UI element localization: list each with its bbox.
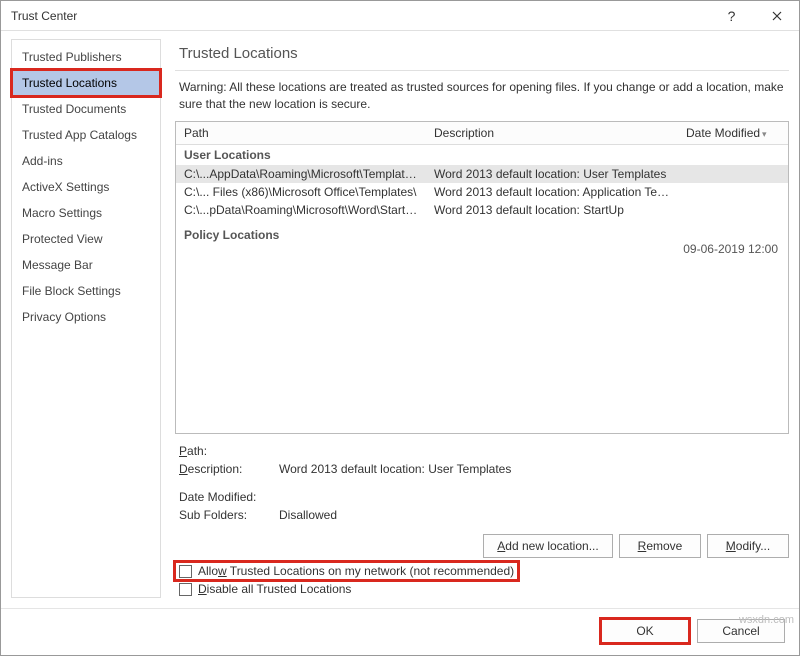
disable-all-checkbox[interactable] bbox=[179, 583, 192, 596]
allow-network-checkbox-row[interactable]: Allow Trusted Locations on my network (n… bbox=[175, 562, 518, 580]
nav-activex-settings[interactable]: ActiveX Settings bbox=[12, 174, 160, 200]
allow-network-checkbox[interactable] bbox=[179, 565, 192, 578]
nav-file-block-settings[interactable]: File Block Settings bbox=[12, 278, 160, 304]
table-row[interactable]: C:\...AppData\Roaming\Microsoft\Template… bbox=[176, 165, 788, 183]
group-user-locations: User Locations bbox=[176, 145, 788, 165]
nav-protected-view[interactable]: Protected View bbox=[12, 226, 160, 252]
allow-network-label: Allow Trusted Locations on my network (n… bbox=[198, 564, 514, 578]
sort-caret-icon: ▾ bbox=[762, 129, 767, 139]
section-heading: Trusted Locations bbox=[175, 39, 789, 71]
detail-subfolders-label: Sub Folders: bbox=[179, 506, 279, 524]
col-header-path[interactable]: Path bbox=[176, 122, 426, 144]
nav-trusted-app-catalogs[interactable]: Trusted App Catalogs bbox=[12, 122, 160, 148]
remove-button[interactable]: Remove bbox=[619, 534, 701, 558]
dialog-body: Trusted Publishers Trusted Locations Tru… bbox=[1, 31, 799, 608]
nav-add-ins[interactable]: Add-ins bbox=[12, 148, 160, 174]
detail-subfolders-value: Disallowed bbox=[279, 506, 337, 524]
disable-all-checkbox-row[interactable]: Disable all Trusted Locations bbox=[175, 580, 355, 598]
ok-button[interactable]: OK bbox=[601, 619, 689, 643]
titlebar: Trust Center ? bbox=[1, 1, 799, 31]
locations-list[interactable]: Path Description Date Modified▾ User Loc… bbox=[175, 121, 789, 434]
nav-trusted-locations[interactable]: Trusted Locations bbox=[12, 70, 160, 96]
close-button[interactable] bbox=[754, 1, 799, 31]
selection-details: Path: Description: Word 2013 default loc… bbox=[175, 434, 789, 528]
main-panel: Trusted Locations Warning: All these loc… bbox=[175, 39, 789, 598]
detail-date-label: Date Modified: bbox=[179, 488, 279, 506]
col-header-description[interactable]: Description bbox=[426, 122, 678, 144]
nav-privacy-options[interactable]: Privacy Options bbox=[12, 304, 160, 330]
warning-text: Warning: All these locations are treated… bbox=[175, 79, 789, 121]
help-button[interactable]: ? bbox=[709, 1, 754, 31]
table-row[interactable]: C:\...pData\Roaming\Microsoft\Word\Start… bbox=[176, 201, 788, 219]
table-row[interactable]: C:\... Files (x86)\Microsoft Office\Temp… bbox=[176, 183, 788, 201]
category-nav: Trusted Publishers Trusted Locations Tru… bbox=[11, 39, 161, 598]
disable-all-label: Disable all Trusted Locations bbox=[198, 582, 351, 596]
nav-macro-settings[interactable]: Macro Settings bbox=[12, 200, 160, 226]
nav-trusted-publishers[interactable]: Trusted Publishers bbox=[12, 44, 160, 70]
add-new-location-button[interactable]: Add new location... bbox=[483, 534, 613, 558]
detail-description-label: Description: bbox=[179, 460, 279, 478]
cancel-button[interactable]: Cancel bbox=[697, 619, 785, 643]
policy-date: 09-06-2019 12:00 bbox=[683, 242, 778, 256]
detail-path-label: Path: bbox=[179, 442, 279, 460]
nav-trusted-documents[interactable]: Trusted Documents bbox=[12, 96, 160, 122]
detail-description-value: Word 2013 default location: User Templat… bbox=[279, 460, 511, 478]
location-buttons: Add new location... Remove Modify... bbox=[175, 528, 789, 562]
nav-message-bar[interactable]: Message Bar bbox=[12, 252, 160, 278]
list-header: Path Description Date Modified▾ bbox=[176, 122, 788, 145]
window-title: Trust Center bbox=[11, 9, 709, 23]
close-icon bbox=[772, 11, 782, 21]
dialog-footer: OK Cancel bbox=[1, 608, 799, 655]
trust-center-dialog: Trust Center ? Trusted Publishers Truste… bbox=[0, 0, 800, 656]
modify-button[interactable]: Modify... bbox=[707, 534, 789, 558]
col-header-date-modified[interactable]: Date Modified▾ bbox=[678, 122, 788, 144]
